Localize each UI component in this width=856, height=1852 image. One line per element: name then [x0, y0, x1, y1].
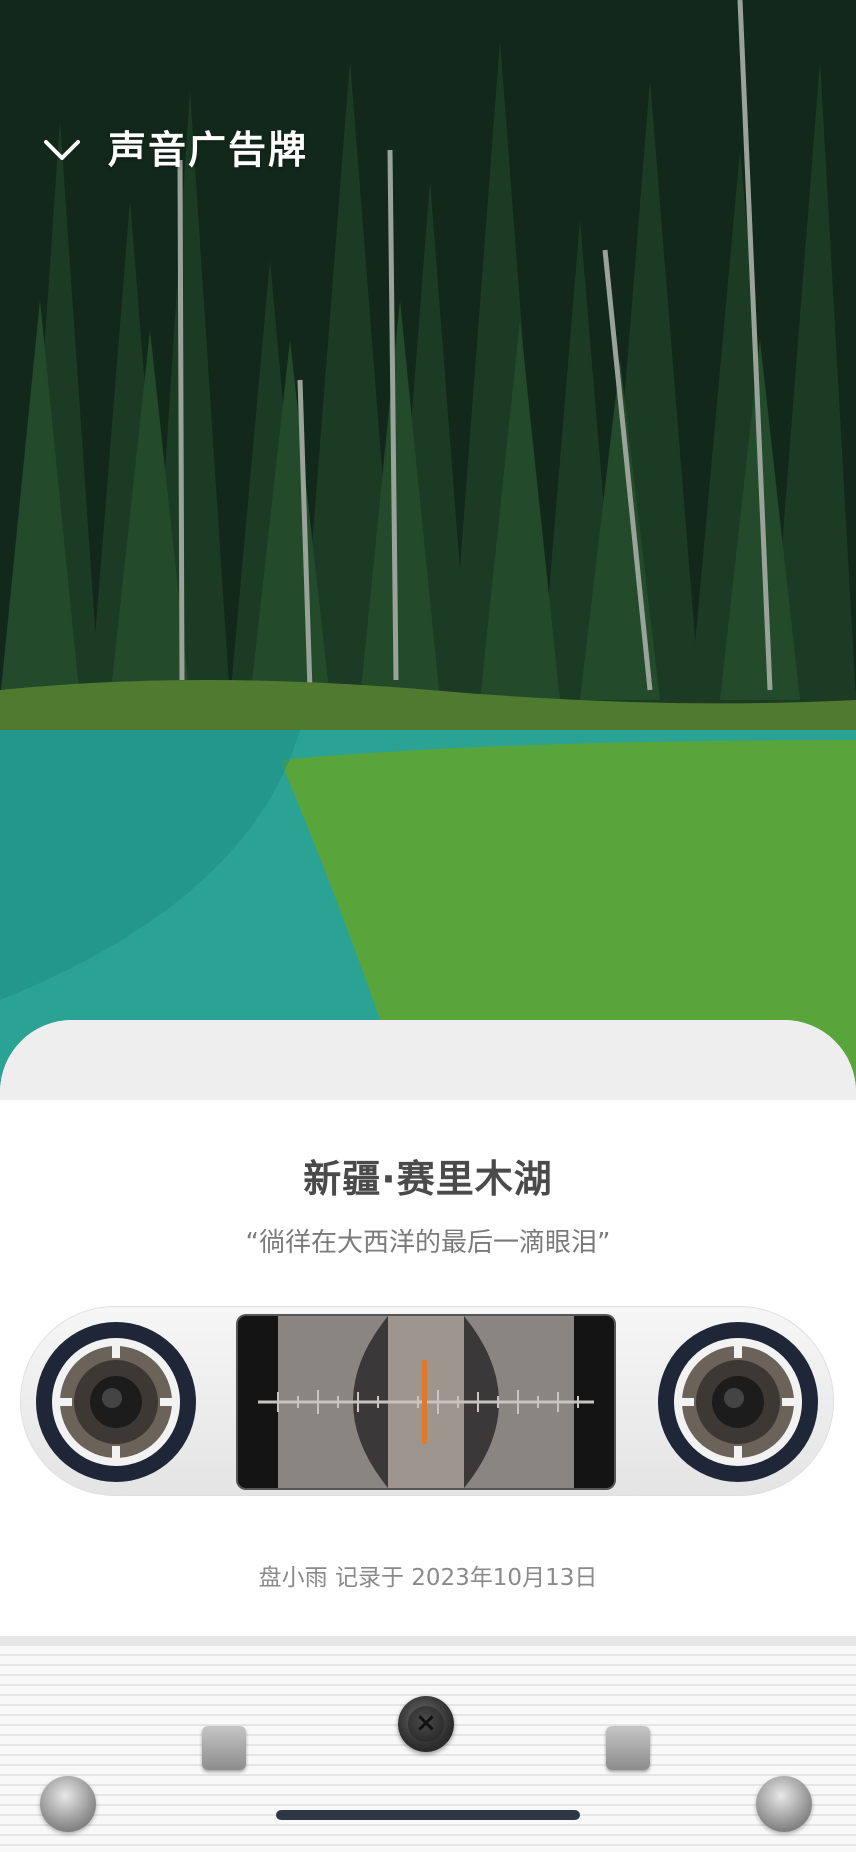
sound-card: 新疆·赛里木湖 “徜徉在大西洋的最后一滴眼泪” 盘小雨 记录于 2023年10月… — [0, 1020, 856, 1852]
left-reel-icon — [34, 1320, 198, 1484]
home-indicator[interactable] — [276, 1810, 580, 1820]
collapse-button[interactable] — [40, 130, 90, 170]
chevron-down-icon — [44, 140, 80, 160]
place-title: 新疆·赛里木湖 — [303, 1157, 553, 1201]
left-foot — [40, 1776, 96, 1832]
cassette-player[interactable] — [20, 1306, 834, 1496]
place-quote: “徜徉在大西洋的最后一滴眼泪” — [245, 1228, 611, 1258]
left-knob — [202, 1726, 246, 1770]
screw-icon: × — [398, 1696, 454, 1752]
recorded-info: 盘小雨 记录于 2023年10月13日 — [258, 1565, 598, 1591]
tuner-window — [238, 1316, 614, 1488]
page-title: 声音广告牌 — [108, 128, 309, 172]
top-bar: 声音广告牌 — [0, 120, 856, 180]
right-reel-icon — [656, 1320, 820, 1484]
card-header-strip — [0, 1020, 856, 1100]
right-knob — [606, 1726, 650, 1770]
right-foot — [756, 1776, 812, 1832]
